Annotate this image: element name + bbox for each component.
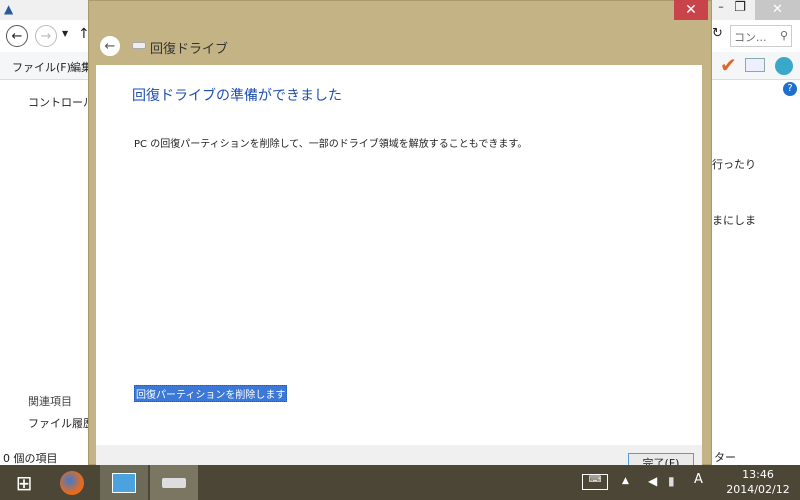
mail-icon[interactable] (745, 58, 765, 72)
clock-time: 13:46 (742, 468, 774, 481)
dialog-footer: 完了(F) (96, 445, 702, 475)
content-text: 行ったり (712, 158, 756, 171)
explorer-app-icon: ▲ (4, 2, 14, 16)
search-placeholder: コン... (734, 31, 767, 44)
delete-recovery-partition-link[interactable]: 回復パーティションを削除します (134, 385, 288, 402)
taskbar-control-panel[interactable] (100, 465, 148, 500)
refresh-icon[interactable]: ↻ (712, 26, 723, 41)
explorer-close-button[interactable]: ✕ (755, 0, 800, 20)
menu-file[interactable]: ファイル(F) (12, 59, 71, 75)
restore-button[interactable]: ❐ (728, 0, 752, 20)
dialog-description: PC の回復パーティションを削除して、一部のドライブ領域を解放することもできます… (134, 139, 528, 150)
related-heading: 関連項目 (28, 395, 72, 408)
windows-icon: ⊞ (15, 470, 33, 495)
dialog-close-button[interactable]: ✕ (674, 0, 708, 20)
dialog-heading: 回復ドライブの準備ができました (132, 88, 342, 104)
dialog-header: ← 回復ドライブ (96, 30, 702, 65)
taskbar-recovery-drive[interactable] (150, 465, 198, 500)
dialog-title: 回復ドライブ (150, 42, 229, 57)
dialog-body: 回復ドライブの準備ができました PC の回復パーティションを削除して、一部のドラ… (96, 65, 702, 445)
control-panel-icon (112, 472, 136, 493)
drive-icon (162, 477, 186, 488)
content-text: まにしま (712, 214, 756, 227)
firefox-icon (60, 470, 84, 495)
network-icon[interactable]: ▮ (668, 474, 675, 488)
content-text: ター (714, 451, 736, 464)
ime-indicator[interactable]: A (694, 472, 703, 487)
minimize-button[interactable]: – (714, 0, 728, 20)
file-history-link[interactable]: ファイル履歴 (28, 415, 94, 431)
volume-icon[interactable]: ◀ (648, 474, 657, 488)
forward-icon[interactable]: → (35, 25, 57, 47)
keyboard-icon[interactable]: ⌨ (582, 474, 608, 490)
drive-icon (132, 42, 146, 49)
checkmark-icon[interactable]: ✔ (720, 53, 737, 77)
search-input[interactable]: コン... ⚲ (730, 25, 792, 47)
help-icon[interactable]: ? (783, 82, 797, 96)
search-icon: ⚲ (779, 29, 788, 42)
clock-date: 2014/02/12 (726, 483, 790, 496)
show-hidden-icons[interactable]: ▲ (622, 476, 629, 486)
dialog-back-button[interactable]: ← (100, 36, 120, 56)
back-icon[interactable]: ← (6, 25, 28, 47)
taskbar-firefox[interactable] (48, 465, 96, 500)
status-text: 0 個の項目 (3, 452, 58, 465)
clock[interactable]: 13:46 2014/02/12 (716, 467, 800, 497)
start-button[interactable]: ⊞ (0, 465, 48, 500)
globe-icon[interactable] (775, 57, 793, 75)
recent-dropdown-icon[interactable]: ▼ (62, 29, 68, 38)
